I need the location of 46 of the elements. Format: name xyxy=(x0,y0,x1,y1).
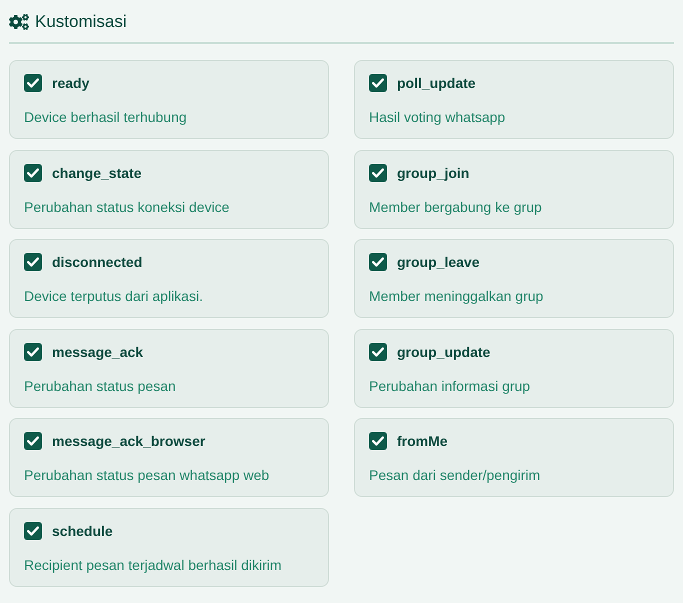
event-description: Member meninggalkan grup xyxy=(369,287,544,306)
checkbox[interactable] xyxy=(369,164,387,182)
checkbox[interactable] xyxy=(24,432,42,450)
checkbox[interactable] xyxy=(24,74,42,92)
event-name: disconnected xyxy=(52,253,142,272)
event-description: Device berhasil terhubung xyxy=(24,108,188,127)
checkmark-icon xyxy=(27,526,39,536)
checkmark-icon xyxy=(372,346,384,356)
checkmark-icon xyxy=(27,78,39,88)
event-description: Member bergabung ke grup xyxy=(369,198,543,216)
event-name: poll_update xyxy=(397,74,476,93)
checkbox[interactable] xyxy=(369,253,387,271)
checkmark-icon xyxy=(27,168,39,178)
event-name: message_ack xyxy=(52,342,144,362)
gears-icon xyxy=(9,14,29,30)
event-description: Perubahan status pesan xyxy=(24,376,177,396)
checkbox[interactable] xyxy=(369,342,387,360)
event-description: Recipient pesan terjadwal berhasil dikirim xyxy=(24,556,283,574)
checkbox[interactable] xyxy=(24,164,42,182)
section-title: Kustomisasi xyxy=(35,11,127,33)
event-name: ready xyxy=(52,74,90,93)
event-name: fromMe xyxy=(397,432,448,451)
event-name: message_ack_browser xyxy=(52,432,206,451)
event-name: group_join xyxy=(397,164,470,182)
event-description: Pesan dari sender/pengirim xyxy=(369,466,542,485)
event-description: Perubahan informasi grup xyxy=(369,376,532,396)
checkbox[interactable] xyxy=(24,522,42,540)
event-description: Device terputus dari aplikasi. xyxy=(24,287,204,306)
checkmark-icon xyxy=(27,257,39,267)
event-name: schedule xyxy=(52,522,113,540)
checkbox[interactable] xyxy=(369,74,387,92)
checkmark-icon xyxy=(372,168,384,178)
checkmark-icon xyxy=(372,436,384,446)
event-description: Perubahan status koneksi device xyxy=(24,198,230,216)
event-name: group_leave xyxy=(397,253,480,272)
event-name: group_update xyxy=(397,342,490,362)
event-name: change_state xyxy=(52,164,142,182)
checkmark-icon xyxy=(372,257,384,267)
checkbox[interactable] xyxy=(24,253,42,271)
checkmark-icon xyxy=(372,78,384,88)
checkbox[interactable] xyxy=(24,342,42,360)
checkmark-icon xyxy=(27,436,39,446)
event-description: Hasil voting whatsapp xyxy=(369,108,506,127)
event-description: Perubahan status pesan whatsapp web xyxy=(24,466,270,485)
checkbox[interactable] xyxy=(369,432,387,450)
checkmark-icon xyxy=(27,346,39,356)
